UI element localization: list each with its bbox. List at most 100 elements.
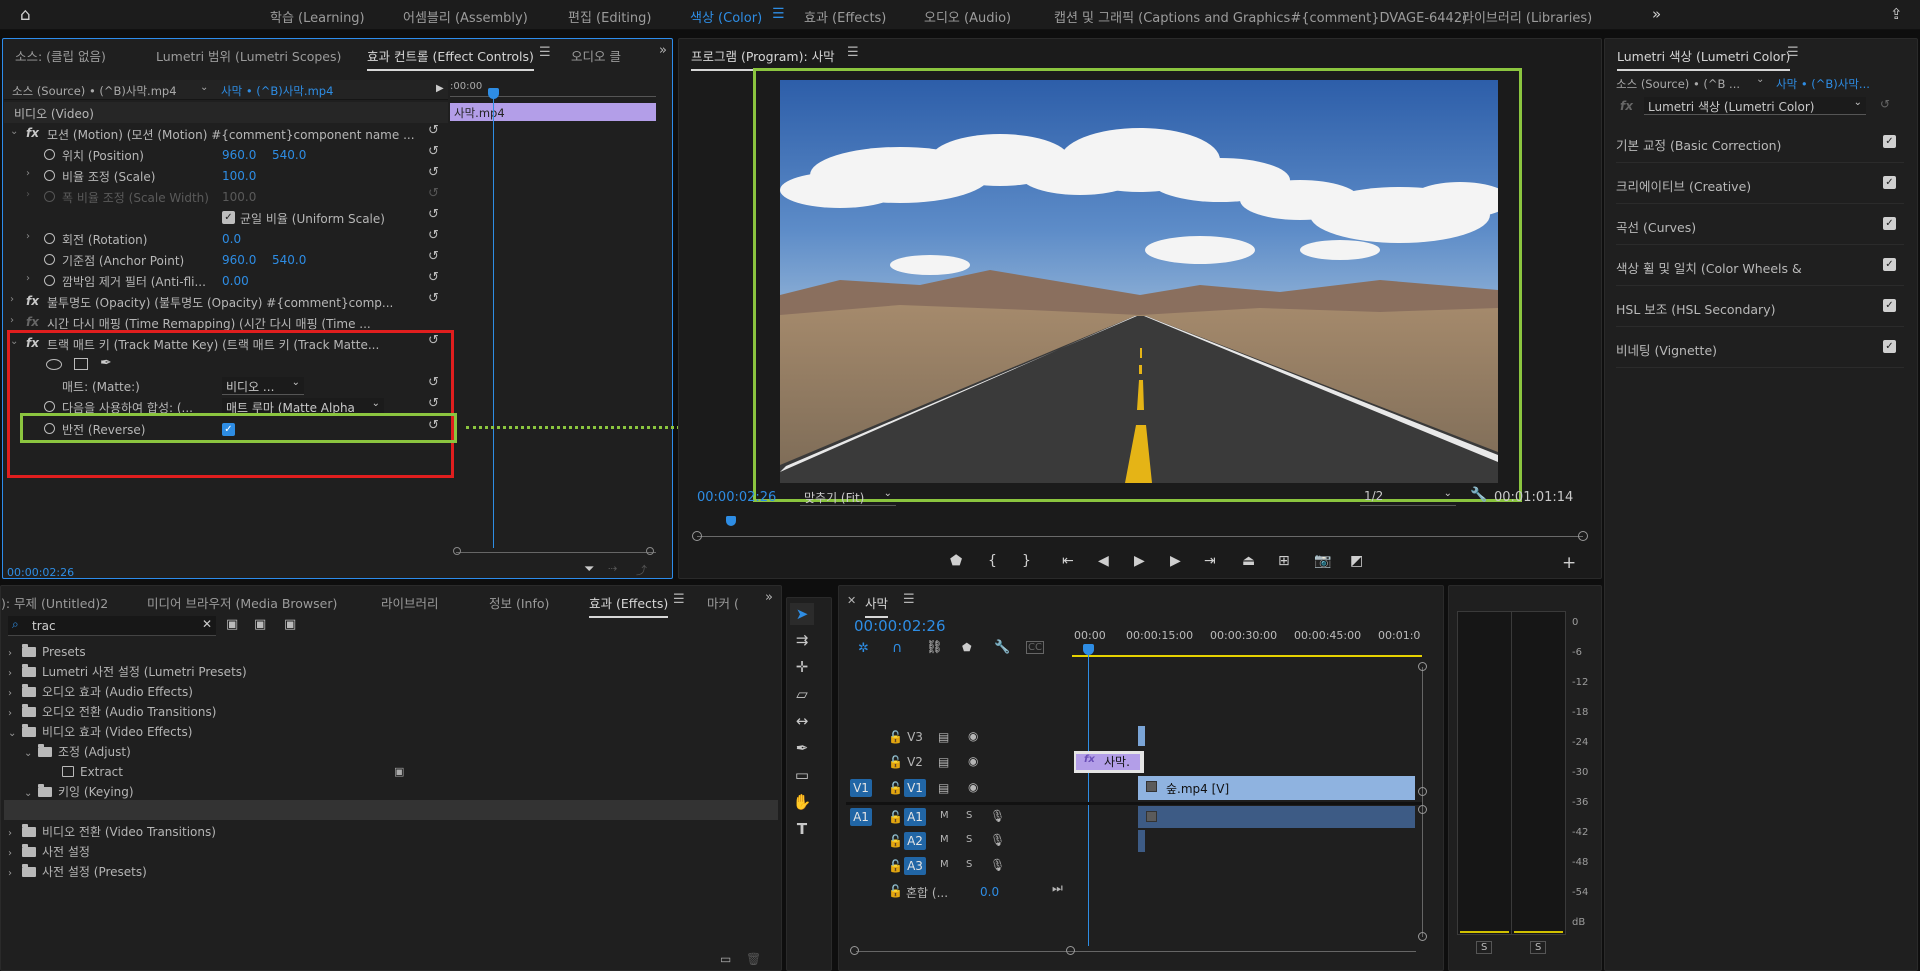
chevron-down-icon[interactable]: ⌄ bbox=[24, 744, 38, 764]
chevron-right-icon[interactable]: › bbox=[10, 294, 22, 305]
stopwatch-icon[interactable] bbox=[44, 233, 55, 244]
scroll-handle-bottom[interactable] bbox=[1418, 932, 1427, 941]
search-input[interactable] bbox=[32, 618, 192, 634]
chevron-down-icon[interactable]: ⌄ bbox=[8, 724, 22, 744]
reset-icon[interactable]: ↺ bbox=[428, 271, 442, 285]
lumetri-section-color-wheels[interactable]: 색상 휠 및 일치 (Color Wheels & ✓ bbox=[1616, 246, 1904, 286]
comparison-view-icon[interactable]: ◩ bbox=[1350, 553, 1363, 569]
accelerated-effects-icon[interactable]: ▣ bbox=[226, 617, 238, 632]
mark-out-icon[interactable]: } bbox=[1022, 553, 1031, 569]
lock-icon[interactable]: 🔓 bbox=[888, 781, 903, 795]
tree-item[interactable]: › 사전 설정 (Presets) bbox=[8, 862, 147, 882]
add-marker-icon[interactable]: ⬟ bbox=[950, 553, 962, 569]
track-a2-target[interactable]: A2 bbox=[904, 832, 926, 850]
timeline-vertical-scrollbar[interactable] bbox=[1422, 667, 1423, 937]
sync-lock-icon[interactable]: ▤ bbox=[938, 730, 949, 744]
yuv-effects-icon[interactable]: ▣ bbox=[284, 617, 296, 632]
rotation-value[interactable]: 0.0 bbox=[222, 232, 241, 246]
stopwatch-icon[interactable] bbox=[44, 170, 55, 181]
scrub-left-handle[interactable] bbox=[692, 531, 702, 541]
new-bin-icon[interactable]: ▭ bbox=[720, 952, 731, 966]
track-a1-target[interactable]: A1 bbox=[904, 808, 926, 826]
fx-icon[interactable]: fx bbox=[26, 294, 39, 308]
scroll-handle-left[interactable] bbox=[453, 547, 461, 555]
source-a1-patch[interactable]: A1 bbox=[850, 808, 872, 826]
overflow-chevron-icon[interactable]: » bbox=[1652, 5, 1661, 23]
microphone-icon[interactable]: 🎙 bbox=[990, 833, 1005, 847]
chevron-down-icon[interactable]: ⌄ bbox=[10, 126, 22, 137]
chevron-right-icon[interactable]: › bbox=[8, 704, 22, 724]
sync-lock-icon[interactable]: ▤ bbox=[938, 755, 949, 769]
workspace-tab-effects[interactable]: 효과 (Effects) bbox=[804, 7, 886, 26]
track-v3-target[interactable]: V3 bbox=[904, 728, 926, 746]
tree-item[interactable]: ⌄ 키잉 (Keying) bbox=[24, 782, 134, 802]
tree-item[interactable]: › 오디오 효과 (Audio Effects) bbox=[8, 682, 193, 702]
chevron-right-icon[interactable]: › bbox=[10, 315, 22, 326]
go-to-out-icon[interactable]: ⇥ bbox=[1204, 553, 1216, 569]
lumetri-effect-dropdown[interactable]: Lumetri 색상 (Lumetri Color) ⌄ bbox=[1644, 97, 1866, 115]
chevron-right-icon[interactable]: › bbox=[26, 273, 38, 284]
lumetri-section-creative[interactable]: 크리에이티브 (Creative) ✓ bbox=[1616, 164, 1904, 204]
scale-value[interactable]: 100.0 bbox=[222, 169, 256, 183]
lumetri-section-vignette[interactable]: 비네팅 (Vignette) ✓ bbox=[1616, 328, 1904, 368]
tab-audio-clip[interactable]: 오디오 클 bbox=[571, 46, 621, 65]
tab-info[interactable]: 정보 (Info) bbox=[489, 593, 549, 612]
workspace-menu-icon[interactable]: ☰ bbox=[772, 6, 785, 22]
source-v1-patch[interactable]: V1 bbox=[850, 779, 872, 797]
ripple-edit-tool-icon[interactable]: ✛ bbox=[790, 656, 814, 678]
settings-wrench-icon[interactable]: 🔧 bbox=[994, 640, 1010, 655]
tab-effects[interactable]: 효과 (Effects) bbox=[589, 593, 669, 618]
chevron-right-icon[interactable]: › bbox=[26, 231, 38, 242]
hand-tool-icon[interactable]: ✋ bbox=[790, 791, 814, 813]
chevron-right-icon[interactable]: › bbox=[8, 684, 22, 704]
rectangle-tool-icon[interactable]: ▭ bbox=[790, 764, 814, 786]
nest-icon[interactable]: ✲ bbox=[858, 641, 869, 656]
lumetri-enable-checkbox[interactable]: ✓ bbox=[1883, 217, 1896, 230]
anchor-y-value[interactable]: 540.0 bbox=[272, 253, 306, 267]
fit-dropdown[interactable]: 맞추기 (Fit) ⌄ bbox=[800, 488, 896, 506]
timeline-title[interactable]: 사막 bbox=[865, 593, 889, 618]
hscroll-handle-right[interactable] bbox=[1066, 946, 1075, 955]
slip-tool-icon[interactable]: ↔ bbox=[790, 710, 814, 732]
lumetri-title[interactable]: Lumetri 색상 (Lumetri Color) bbox=[1617, 46, 1791, 71]
track-v2-target[interactable]: V2 bbox=[904, 753, 926, 771]
overflow-chevron-icon[interactable]: » bbox=[765, 590, 773, 605]
hscroll-handle-left[interactable] bbox=[850, 946, 859, 955]
track-divider[interactable] bbox=[846, 802, 1422, 805]
scrub-right-handle[interactable] bbox=[1578, 531, 1588, 541]
add-button-icon[interactable]: + bbox=[1562, 553, 1576, 573]
reset-icon[interactable]: ↺ bbox=[428, 292, 442, 306]
lumetri-enable-checkbox[interactable]: ✓ bbox=[1883, 176, 1896, 189]
chevron-down-icon[interactable]: ⌄ bbox=[200, 82, 208, 93]
track-v1-target[interactable]: V1 bbox=[904, 779, 926, 797]
microphone-icon[interactable]: 🎙 bbox=[990, 858, 1005, 872]
chevron-right-icon[interactable]: › bbox=[8, 844, 22, 864]
filter-icon[interactable]: ⏷ bbox=[584, 562, 594, 577]
lock-icon[interactable]: 🔓 bbox=[888, 834, 903, 848]
tree-item[interactable]: › Lumetri 사전 설정 (Lumetri Presets) bbox=[8, 662, 247, 682]
tree-item[interactable]: › 사전 설정 bbox=[8, 842, 90, 862]
workspace-tab-audio[interactable]: 오디오 (Audio) bbox=[924, 7, 1011, 26]
tree-item[interactable]: › 오디오 전환 (Audio Transitions) bbox=[8, 702, 216, 722]
program-scrub-bar[interactable] bbox=[697, 536, 1583, 537]
timeline-ruler[interactable]: 00:00 00:00:15:00 00:00:30:00 00:00:45:00 00… bbox=[1072, 625, 1422, 655]
program-timecode[interactable]: 00:00:02:26 bbox=[697, 490, 776, 505]
lumetri-enable-checkbox[interactable]: ✓ bbox=[1883, 340, 1896, 353]
ec-current-time[interactable]: 00:00:02:26 bbox=[7, 566, 74, 579]
ec-mini-timeline[interactable]: :00:00 사막.mp4 bbox=[450, 80, 670, 558]
reset-icon[interactable]: ↺ bbox=[428, 208, 442, 222]
extract-icon[interactable]: ⊞ bbox=[1278, 553, 1290, 569]
scroll-handle-mid2[interactable] bbox=[1418, 805, 1427, 814]
close-icon[interactable]: ✕ bbox=[202, 617, 212, 631]
lock-icon[interactable]: 🔓 bbox=[888, 859, 903, 873]
mini-playhead-line[interactable] bbox=[493, 92, 494, 548]
track-a3-target[interactable]: A3 bbox=[904, 857, 926, 875]
solo-button[interactable]: S bbox=[966, 810, 972, 821]
lumetri-sequence-link[interactable]: 사막 • (^B)사막... bbox=[1776, 76, 1870, 92]
tab-lumetri-scopes[interactable]: Lumetri 범위 (Lumetri Scopes) bbox=[156, 46, 341, 65]
mini-playhead-handle[interactable] bbox=[488, 88, 499, 99]
clip-v1-forest[interactable]: 숲.mp4 [V] bbox=[1138, 776, 1415, 800]
program-playhead[interactable] bbox=[726, 516, 736, 526]
tree-item[interactable]: ⌄ 조정 (Adjust) bbox=[24, 742, 131, 762]
chevron-right-icon[interactable]: › bbox=[8, 864, 22, 884]
